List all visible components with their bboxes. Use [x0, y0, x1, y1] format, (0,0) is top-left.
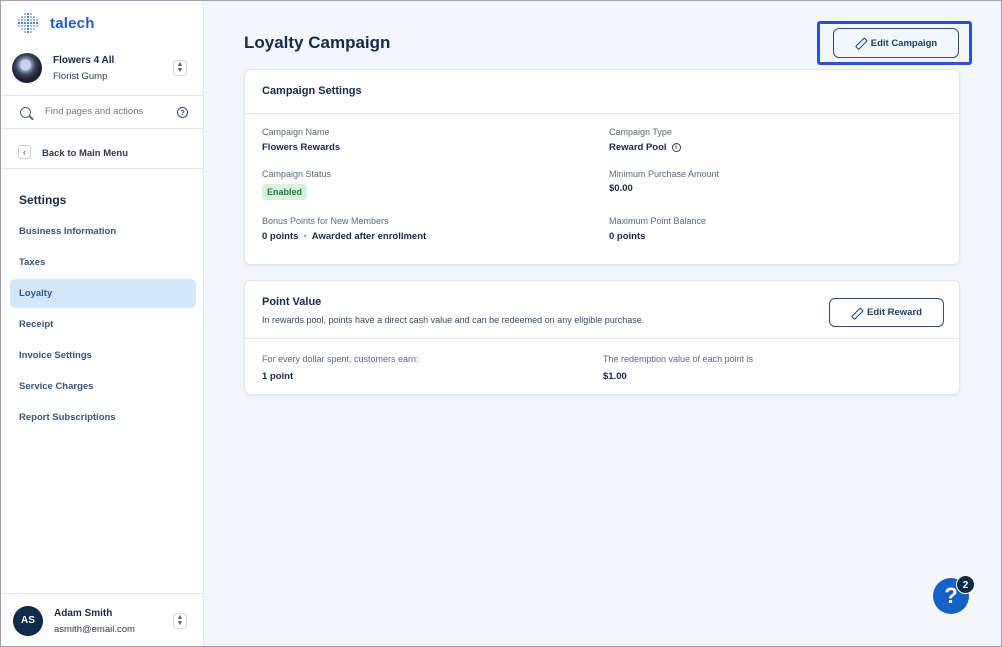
search-input[interactable] [45, 106, 165, 117]
edit-reward-button[interactable]: Edit Reward [829, 298, 944, 327]
min-purchase-value: $0.00 [609, 183, 633, 194]
chevron-left-icon: ‹ [18, 145, 31, 159]
sidebar: talech Flowers 4 All Florist Gump ▲▼ ? ‹… [1, 1, 204, 646]
sidebar-item-label: Business Information [19, 226, 117, 237]
business-name: Flowers 4 All [53, 55, 115, 66]
sidebar-item-label: Report Subscriptions [19, 412, 116, 423]
notification-badge: 2 [956, 575, 975, 594]
avatar: AS [13, 606, 43, 636]
talech-logo-icon [17, 12, 39, 34]
point-value-card: Point Value In rewards pool, points have… [244, 280, 960, 395]
bonus-points-value: 0 points · Awarded after enrollment [262, 231, 427, 242]
bonus-points-label: Bonus Points for New Members [262, 216, 389, 226]
campaign-type-value: Reward Pool i [609, 142, 681, 153]
help-circle-icon[interactable]: ? [177, 107, 188, 118]
brand-name: talech [50, 14, 95, 32]
campaign-settings-card: Campaign Settings Campaign Name Flowers … [244, 69, 960, 265]
max-balance-label: Maximum Point Balance [609, 216, 707, 226]
sidebar-item-label: Taxes [19, 257, 46, 268]
business-subtitle: Florist Gump [53, 71, 108, 82]
brand-logo[interactable]: talech [17, 11, 95, 35]
min-purchase-label: Minimum Purchase Amount [609, 169, 720, 179]
business-avatar [12, 53, 42, 83]
info-icon[interactable]: i [671, 143, 681, 152]
sidebar-item-business-information[interactable]: Business Information [10, 217, 196, 246]
page-title: Loyalty Campaign [244, 33, 391, 52]
user-name: Adam Smith [54, 608, 113, 619]
status-badge: Enabled [262, 184, 308, 200]
campaign-status-label: Campaign Status [262, 169, 332, 179]
chevron-updown-icon[interactable]: ▲ ▼ [173, 613, 187, 629]
search-icon [20, 107, 31, 118]
campaign-name-value: Flowers Rewards [262, 142, 341, 153]
max-balance-value: 0 points [609, 231, 646, 242]
campaign-name-label: Campaign Name [262, 127, 330, 137]
business-switcher[interactable]: Flowers 4 All Florist Gump ▲ ▼ [1, 46, 203, 92]
back-to-main-menu[interactable]: ‹ Back to Main Menu [1, 137, 203, 169]
search-bar: ? [1, 95, 203, 129]
pencil-icon [851, 308, 861, 318]
back-label: Back to Main Menu [42, 148, 129, 159]
redemption-value: $1.00 [603, 371, 627, 382]
sidebar-item-invoice-settings[interactable]: Invoice Settings [10, 341, 196, 370]
sidebar-item-label: Invoice Settings [19, 350, 92, 361]
settings-section-title: Settings [19, 193, 67, 207]
sidebar-item-loyalty[interactable]: Loyalty [10, 279, 196, 308]
user-menu[interactable]: AS Adam Smith asmith@email.com ▲ ▼ [1, 593, 203, 646]
edit-campaign-highlight: Edit Campaign [817, 21, 972, 65]
sidebar-item-taxes[interactable]: Taxes [10, 248, 196, 277]
sidebar-item-label: Loyalty [19, 288, 53, 299]
card-title: Point Value [262, 296, 322, 308]
campaign-type-text: Reward Pool [609, 142, 667, 153]
card-title: Campaign Settings [262, 85, 362, 97]
edit-campaign-label: Edit Campaign [870, 37, 938, 49]
user-email: asmith@email.com [54, 624, 135, 635]
edit-campaign-button[interactable]: Edit Campaign [833, 28, 959, 58]
earn-rate-label: For every dollar spent, customers earn: [262, 354, 419, 364]
sidebar-item-label: Service Charges [19, 381, 94, 392]
redemption-value-label: The redemption value of each point is [603, 354, 754, 364]
chevron-updown-icon[interactable]: ▲ ▼ [173, 60, 187, 76]
sidebar-item-receipt[interactable]: Receipt [10, 310, 196, 339]
pencil-icon [855, 38, 865, 48]
card-header: Point Value In rewards pool, points have… [245, 281, 959, 339]
sidebar-item-service-charges[interactable]: Service Charges [10, 372, 196, 401]
sidebar-item-report-subscriptions[interactable]: Report Subscriptions [10, 403, 196, 432]
card-header: Campaign Settings [245, 70, 959, 114]
card-description: In rewards pool, points have a direct ca… [262, 315, 645, 325]
edit-reward-label: Edit Reward [867, 307, 922, 318]
sidebar-item-label: Receipt [19, 319, 54, 330]
campaign-type-label: Campaign Type [609, 127, 672, 137]
earn-rate-value: 1 point [262, 371, 294, 382]
